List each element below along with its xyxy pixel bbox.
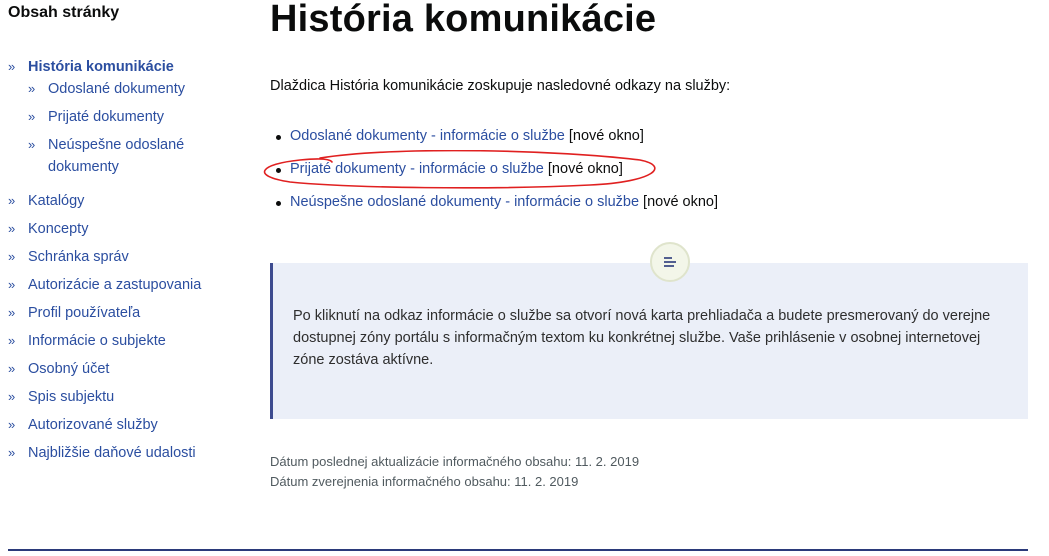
sidebar-item-label: Autorizácie a zastupovania (28, 277, 202, 293)
page-title: História komunikácie (270, 0, 657, 40)
text-align-icon[interactable] (650, 242, 690, 282)
chevron-right-icon: » (8, 221, 16, 236)
last-updated-date: Dátum poslednej aktualizácie informačnéh… (270, 454, 640, 469)
sidebar-item-label: Najbližšie daňové udalosti (28, 445, 196, 461)
info-box: Po kliknutí na odkaz informácie o službe… (270, 263, 1028, 419)
published-date: Dátum zverejnenia informačného obsahu: 1… (270, 474, 579, 489)
new-window-note: [nové okno] (643, 194, 719, 210)
link-prijate-dokumenty[interactable]: Prijaté dokumenty - informácie o službe (290, 161, 544, 177)
chevron-right-icon: » (28, 137, 36, 152)
sidebar-item-label: Schránka správ (28, 249, 129, 265)
chevron-right-icon: » (8, 389, 16, 404)
chevron-down-icon: » (8, 59, 16, 74)
new-window-note: [nové okno] (568, 128, 644, 144)
chevron-right-icon: » (28, 109, 36, 124)
footer-divider (8, 549, 1028, 551)
intro-text: Dlaždica História komunikácie zoskupuje … (270, 78, 731, 94)
sidebar-title: Obsah stránky (8, 4, 120, 21)
sidebar-item-label: Odoslané dokumenty (48, 81, 186, 97)
sidebar-item-label: Profil používateľa (28, 305, 141, 321)
sidebar-item-label: Spis subjektu (28, 389, 115, 405)
info-box-text: Po kliknutí na odkaz informácie o službe… (293, 308, 991, 368)
chevron-right-icon: » (8, 305, 16, 320)
chevron-right-icon: » (8, 277, 16, 292)
chevron-right-icon: » (8, 333, 16, 348)
new-window-note: [nové okno] (547, 161, 623, 177)
sidebar-item-label: Katalógy (28, 193, 85, 209)
bullet-icon (276, 201, 281, 206)
link-odoslane-dokumenty[interactable]: Odoslané dokumenty - informácie o službe (290, 128, 565, 144)
sidebar-item-label: Informácie o subjekte (28, 333, 166, 349)
bullet-icon (276, 135, 281, 140)
sidebar-item-label: História komunikácie (28, 59, 174, 75)
sidebar-item-label: Koncepty (28, 221, 89, 237)
chevron-right-icon: » (8, 445, 16, 460)
sidebar-item-label: Autorizované služby (28, 417, 158, 433)
chevron-right-icon: » (8, 417, 16, 432)
bullet-icon (276, 168, 281, 173)
sidebar-item-label: Neúspešne odoslané dokumenty (48, 137, 185, 175)
sidebar-item-label: Prijaté dokumenty (48, 109, 165, 125)
chevron-right-icon: » (8, 249, 16, 264)
chevron-right-icon: » (8, 361, 16, 376)
chevron-right-icon: » (8, 193, 16, 208)
sidebar-item-label: Osobný účet (28, 361, 110, 377)
link-neuspesne-odoslane-dokumenty[interactable]: Neúspešne odoslané dokumenty - informáci… (290, 194, 639, 210)
content-dates: Dátum poslednej aktualizácie informačnéh… (270, 452, 639, 492)
chevron-right-icon: » (28, 81, 36, 96)
